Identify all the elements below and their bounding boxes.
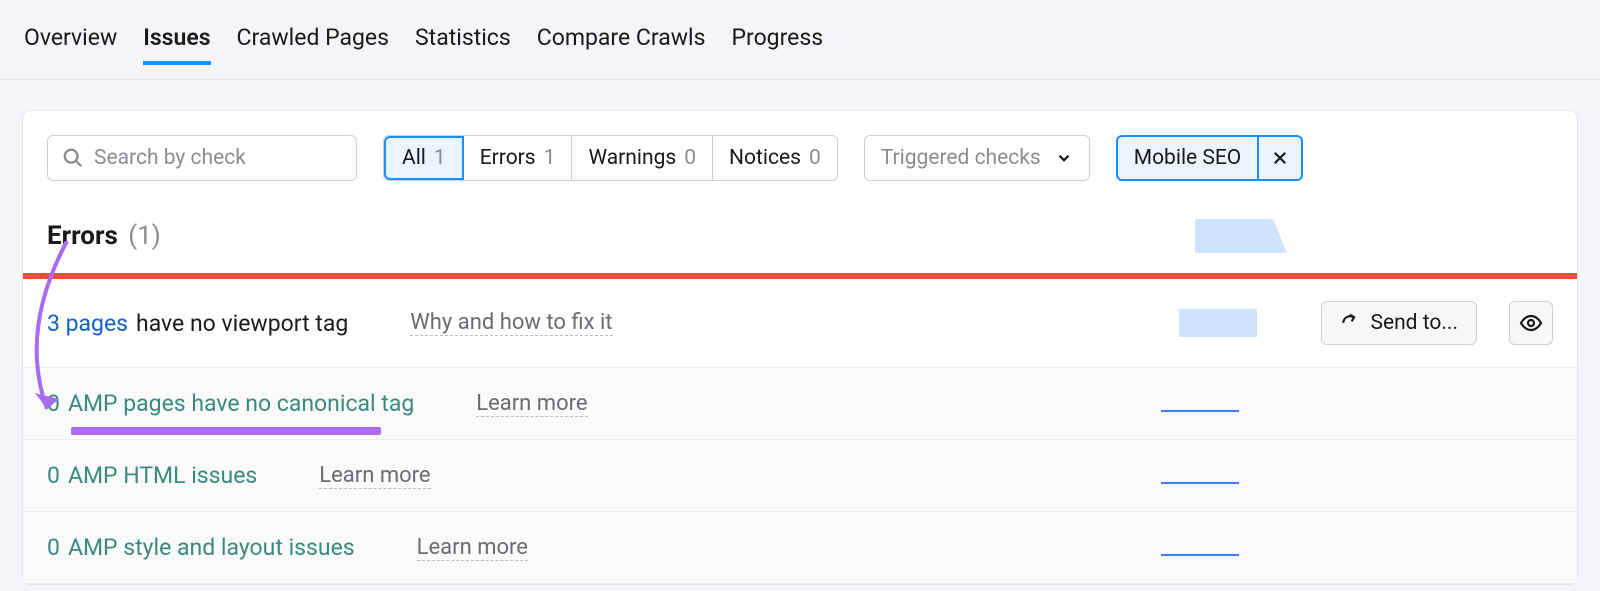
- learn-more-link[interactable]: Learn more: [319, 463, 430, 489]
- hide-issue-button[interactable]: [1509, 301, 1553, 345]
- filter-errors-label: Errors: [480, 146, 536, 170]
- issue-row-amp-html: 0 AMP HTML issues Learn more: [23, 440, 1577, 512]
- filter-warnings-label: Warnings: [588, 146, 676, 170]
- close-icon: [1271, 149, 1289, 167]
- learn-more-link[interactable]: Learn more: [417, 535, 528, 561]
- filter-all-label: All: [402, 146, 426, 170]
- filter-errors-count: 1: [544, 146, 556, 170]
- issue-row-viewport: 3 pages have no viewport tag Why and how…: [23, 279, 1577, 368]
- dropdown-label: Triggered checks: [881, 146, 1041, 170]
- section-sparkline-placeholder: [1195, 219, 1273, 253]
- tab-issues[interactable]: Issues: [143, 24, 210, 65]
- section-count: (1): [128, 221, 161, 251]
- filter-notices[interactable]: Notices 0: [713, 136, 837, 180]
- issue-description: have no viewport tag: [136, 310, 348, 337]
- row-sparkline: [1161, 410, 1239, 412]
- tab-statistics[interactable]: Statistics: [415, 24, 511, 65]
- filter-notices-count: 0: [809, 146, 821, 170]
- search-icon: [62, 147, 84, 169]
- tab-crawled-pages[interactable]: Crawled Pages: [237, 24, 389, 65]
- issue-description: AMP pages have no canonical tag: [68, 390, 414, 417]
- row-sparkline: [1161, 482, 1239, 484]
- why-fix-link[interactable]: Why and how to fix it: [410, 310, 612, 336]
- tab-compare-crawls[interactable]: Compare Crawls: [537, 24, 706, 65]
- send-to-button[interactable]: Send to...: [1321, 301, 1477, 345]
- filter-errors[interactable]: Errors 1: [464, 136, 573, 180]
- filter-warnings[interactable]: Warnings 0: [572, 136, 713, 180]
- issue-count: 0: [47, 390, 60, 417]
- severity-filter: All 1 Errors 1 Warnings 0 Notices 0: [383, 135, 838, 181]
- tab-progress[interactable]: Progress: [731, 24, 823, 65]
- annotation-underline: [71, 427, 381, 435]
- chevron-down-icon: [1055, 149, 1073, 167]
- issue-count: 0: [47, 534, 60, 561]
- filter-warnings-count: 0: [684, 146, 696, 170]
- errors-section-header: Errors (1): [23, 209, 1577, 273]
- issues-panel: Search by check All 1 Errors 1 Warnings …: [22, 110, 1578, 585]
- eye-icon: [1519, 311, 1543, 335]
- filter-chip-mobile-seo: Mobile SEO: [1116, 135, 1304, 181]
- tab-bar: Overview Issues Crawled Pages Statistics…: [0, 0, 1600, 80]
- chip-label[interactable]: Mobile SEO: [1118, 137, 1260, 179]
- filter-all-count: 1: [434, 146, 446, 170]
- issue-row-amp-style: 0 AMP style and layout issues Learn more: [23, 512, 1577, 584]
- chip-remove-button[interactable]: [1259, 137, 1301, 179]
- search-input[interactable]: Search by check: [47, 135, 357, 181]
- send-to-label: Send to...: [1370, 311, 1458, 335]
- issue-page-count-link[interactable]: 3 pages: [47, 310, 128, 337]
- search-placeholder: Search by check: [94, 146, 246, 170]
- issue-description: AMP HTML issues: [68, 462, 257, 489]
- row-sparkline: [1179, 309, 1257, 337]
- issue-count: 0: [47, 462, 60, 489]
- tab-overview[interactable]: Overview: [24, 24, 117, 65]
- learn-more-link[interactable]: Learn more: [476, 391, 587, 417]
- share-icon: [1340, 313, 1360, 333]
- section-title: Errors: [47, 221, 118, 251]
- filter-all[interactable]: All 1: [384, 136, 464, 180]
- triggered-checks-dropdown[interactable]: Triggered checks: [864, 135, 1090, 181]
- issue-description: AMP style and layout issues: [68, 534, 355, 561]
- filter-toolbar: Search by check All 1 Errors 1 Warnings …: [23, 135, 1577, 209]
- filter-notices-label: Notices: [729, 146, 801, 170]
- row-sparkline: [1161, 554, 1239, 556]
